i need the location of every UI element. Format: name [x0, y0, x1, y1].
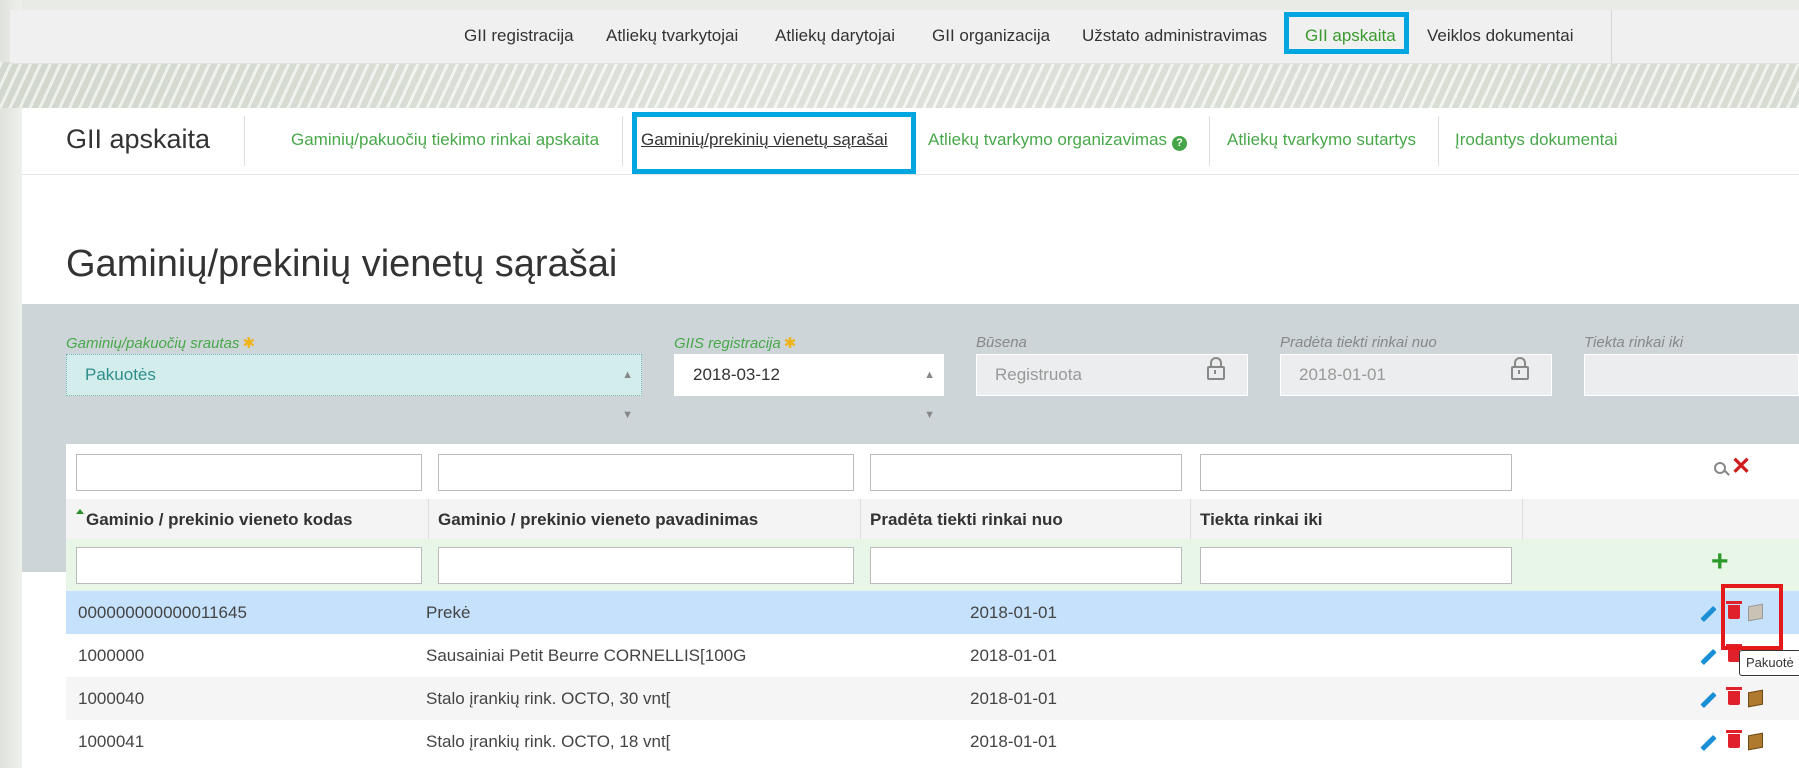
new-from-input[interactable] [870, 547, 1182, 584]
registration-label: GIIS registracija ✱ [674, 334, 796, 352]
table-row[interactable]: 1000041 Stalo įrankių rink. OCTO, 18 vnt… [66, 720, 1799, 763]
add-row: + [66, 539, 1799, 591]
top-navigation: GII registracija Atliekų tvarkytojai Atl… [10, 10, 1799, 64]
cell-code: 1000041 [78, 732, 145, 751]
required-icon: ✱ [242, 335, 256, 352]
column-header-from[interactable]: Pradėta tiekti rinkai nuo [870, 499, 1063, 539]
registration-label-text: GIIS registracija [674, 335, 781, 352]
status-value: Registruota [995, 365, 1082, 384]
filter-input-to[interactable] [1200, 454, 1512, 491]
filter-input-from[interactable] [870, 454, 1182, 491]
edit-icon[interactable] [1700, 648, 1717, 666]
supplied-to-field [1584, 354, 1799, 396]
main-panel: GII apskaita Gaminių/pakuočių tiekimo ri… [22, 108, 1799, 768]
cell-from: 2018-01-01 [970, 689, 1057, 708]
new-to-input[interactable] [1200, 547, 1512, 584]
supplied-from-value: 2018-01-01 [1299, 365, 1386, 384]
topnav-atlieku-tvarkytojai[interactable]: Atliekų tvarkytojai [606, 20, 738, 52]
table-row[interactable]: 1000000 Sausainiai Petit Beurre CORNELLI… [66, 634, 1799, 677]
topnav-gii-organizacija[interactable]: GII organizacija [932, 20, 1050, 52]
filter-input-name[interactable] [438, 454, 854, 491]
highlight-package-action [1721, 584, 1783, 650]
package-icon[interactable] [1748, 732, 1763, 751]
cell-name: Stalo įrankių rink. OCTO, 18 vnt[ [426, 732, 671, 751]
supplied-from-field: 2018-01-01 [1280, 354, 1552, 396]
cell-from: 2018-01-01 [970, 732, 1057, 751]
column-header-to[interactable]: Tiekta rinkai iki [1200, 499, 1323, 539]
subnav-atlieku-tvarkymo-sutartys[interactable]: Atliekų tvarkymo sutartys [1227, 130, 1416, 150]
status-field: Registruota [976, 354, 1248, 396]
lock-icon [1511, 357, 1529, 380]
cell-name: Sausainiai Petit Beurre CORNELLIS[100G [426, 646, 747, 665]
delete-icon[interactable] [1726, 730, 1742, 748]
subnav-divider [622, 116, 623, 166]
registration-select[interactable]: 2018-03-12 ▲ ▼ [674, 354, 944, 421]
topnav-divider [1611, 10, 1612, 63]
subnav-divider [244, 116, 245, 166]
highlight-topnav-gii-apskaita [1284, 12, 1409, 54]
table-row[interactable]: 000000000000011645 Prekė 2018-01-01 [66, 591, 1799, 634]
status-label: Būsena [976, 334, 1027, 351]
column-divider [428, 499, 429, 539]
select-arrows-icon: ▲ ▼ [924, 369, 935, 421]
stream-label-text: Gaminių/pakuočių srautas [66, 335, 240, 352]
subnav-tiekimo-rinkai-apskaita[interactable]: Gaminių/pakuočių tiekimo rinkai apskaita [291, 130, 599, 150]
stream-label: Gaminių/pakuočių srautas ✱ [66, 334, 255, 352]
edit-icon[interactable] [1700, 734, 1717, 752]
delete-icon[interactable] [1726, 687, 1742, 705]
subnav-item-label: Atliekų tvarkymo organizavimas [928, 130, 1168, 149]
edit-icon[interactable] [1700, 691, 1717, 709]
stream-value: Pakuotės [85, 365, 156, 384]
cell-code: 1000000 [78, 646, 145, 665]
cell-name: Prekė [426, 603, 471, 622]
column-divider [1522, 499, 1523, 539]
cell-from: 2018-01-01 [970, 603, 1057, 622]
column-header-code[interactable]: Gaminio / prekinio vieneto kodas [86, 499, 352, 539]
select-arrows-icon: ▲ ▼ [622, 369, 633, 421]
lock-icon [1207, 357, 1225, 380]
help-icon[interactable]: ? [1172, 136, 1188, 151]
data-table: ✕ Gaminio / prekinio vieneto kodas Gamin… [66, 444, 1799, 768]
supplied-from-label: Pradėta tiekti rinkai nuo [1280, 334, 1437, 351]
filter-input-code[interactable] [76, 454, 422, 491]
subnav-divider [1209, 116, 1210, 166]
table-row[interactable]: 1000040 Stalo įrankių rink. OCTO, 30 vnt… [66, 677, 1799, 720]
topnav-veiklos-dokumentai[interactable]: Veiklos dokumentai [1427, 20, 1573, 52]
search-icon[interactable] [1714, 462, 1726, 474]
column-divider [1190, 499, 1191, 539]
cell-name: Stalo įrankių rink. OCTO, 30 vnt[ [426, 689, 671, 708]
subnav-atlieku-tvarkymo-organizavimas[interactable]: Atliekų tvarkymo organizavimas? [928, 130, 1188, 151]
page-title: Gaminių/prekinių vienetų sąrašai [66, 243, 618, 286]
section-title: GII apskaita [66, 124, 211, 154]
tooltip: Pakuotė [1739, 650, 1799, 676]
registration-value: 2018-03-12 [693, 365, 780, 384]
topnav-uzstato-administravimas[interactable]: Užstato administravimas [1082, 20, 1267, 52]
sort-asc-icon[interactable] [76, 509, 84, 514]
cell-code: 1000040 [78, 689, 145, 708]
background-banner [0, 62, 1799, 108]
new-name-input[interactable] [438, 547, 854, 584]
new-code-input[interactable] [76, 547, 422, 584]
cell-code: 000000000000011645 [78, 603, 247, 622]
background-left [0, 0, 22, 768]
highlight-subnav-current [632, 112, 916, 174]
column-header-name[interactable]: Gaminio / prekinio vieneto pavadinimas [438, 499, 758, 539]
clear-filter-icon[interactable]: ✕ [1731, 452, 1751, 481]
cell-from: 2018-01-01 [970, 646, 1057, 665]
package-icon[interactable] [1748, 689, 1763, 708]
stream-select[interactable]: Pakuotės ▲ ▼ [66, 354, 642, 421]
subnav-irodantys-dokumentai[interactable]: Įrodantys dokumentai [1455, 130, 1618, 150]
add-icon[interactable]: + [1711, 545, 1729, 579]
supplied-to-label: Tiekta rinkai iki [1584, 334, 1684, 351]
topnav-gii-registracija[interactable]: GII registracija [464, 20, 574, 52]
subnav-divider [1438, 116, 1439, 166]
topnav-atlieku-darytojai[interactable]: Atliekų darytojai [775, 20, 895, 52]
required-icon: ✱ [783, 335, 797, 352]
column-divider [860, 499, 861, 539]
edit-icon[interactable] [1700, 605, 1717, 623]
table-header: Gaminio / prekinio vieneto kodas Gaminio… [66, 499, 1799, 540]
